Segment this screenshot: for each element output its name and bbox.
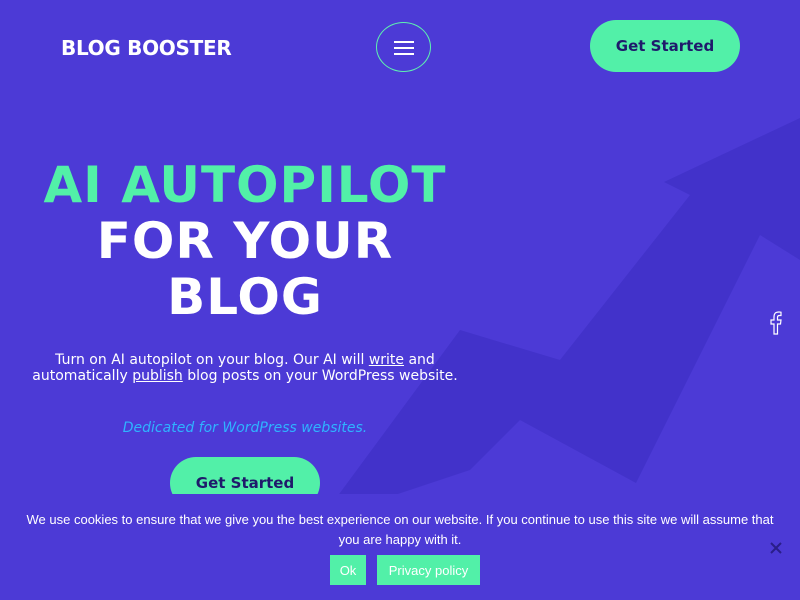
- desc-text-1: Turn on AI autopilot on your blog. Our A…: [55, 352, 369, 368]
- hero-tagline: Dedicated for WordPress websites.: [122, 420, 368, 436]
- header-get-started-button[interactable]: Get Started: [590, 20, 740, 72]
- hero-title-line-2: FOR YOUR: [96, 212, 394, 270]
- publish-link[interactable]: publish: [132, 368, 183, 384]
- privacy-policy-button[interactable]: Privacy policy: [377, 555, 480, 585]
- cookie-notice-bar: We use cookies to ensure that we give yo…: [0, 494, 800, 600]
- facebook-icon[interactable]: [768, 310, 784, 336]
- site-logo[interactable]: BLOG BOOSTER: [61, 36, 232, 60]
- hero-title-line-3: BLOG: [167, 268, 323, 326]
- close-icon[interactable]: [766, 538, 786, 558]
- cookie-notice-text: We use cookies to ensure that we give yo…: [26, 512, 774, 547]
- hero-description: Turn on AI autopilot on your blog. Our A…: [30, 352, 460, 384]
- desc-text-3: blog posts on your WordPress website.: [182, 368, 458, 384]
- cookie-ok-button[interactable]: Ok: [330, 555, 366, 585]
- menu-button[interactable]: [376, 22, 431, 72]
- write-link[interactable]: write: [369, 352, 404, 368]
- hero-title-line-1: AI AUTOPILOT: [43, 156, 447, 214]
